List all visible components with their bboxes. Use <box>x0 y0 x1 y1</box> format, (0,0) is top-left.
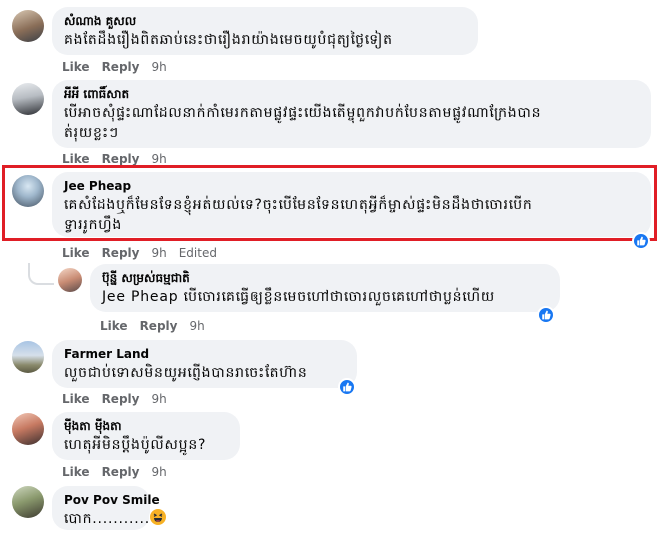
like-reaction-icon[interactable] <box>632 232 650 250</box>
thread-connector <box>28 263 54 285</box>
comment-bubble: សំណាង គួសល គងតែដឹងរឿងពិតឆាប់នេះថារឿងរាយ៉… <box>52 7 478 55</box>
timestamp[interactable]: 9h <box>151 465 166 479</box>
avatar[interactable] <box>12 341 44 373</box>
like-button[interactable]: Like <box>62 60 90 74</box>
like-reaction-icon[interactable] <box>537 306 555 324</box>
comment-actions: Like Reply 9h Edited <box>62 245 229 261</box>
comment-bubble: អីអី ពោធិ៍សាត បើអាចសុំផ្ទះណាដែលនាក់កាំមេ… <box>52 80 651 148</box>
comment-bubble: ប៊ុន្នី សម្រស់ធម្មជាតិ Jee Pheap បើចោរគេ… <box>90 264 560 312</box>
comment-text: លួចជាប់ទោសមិនយូអព្ញើងបានរាចេះតែហ៊ាន <box>64 365 308 381</box>
reply-button[interactable]: Reply <box>102 60 140 74</box>
like-button[interactable]: Like <box>62 392 90 406</box>
like-button[interactable]: Like <box>62 246 90 260</box>
like-reaction-icon[interactable] <box>338 378 356 396</box>
avatar[interactable] <box>12 10 44 42</box>
comment-text-line: បើអាចសុំផ្ទះណាដែលនាក់កាំមេរកតាមផ្លូវផ្ទះ… <box>64 105 542 121</box>
commenter-name[interactable]: អីអី ពោធិ៍សាត <box>64 86 639 103</box>
avatar[interactable] <box>12 413 44 445</box>
timestamp[interactable]: 9h <box>189 319 204 333</box>
comment-actions: Like Reply 9h <box>62 464 179 480</box>
haha-reaction-icon[interactable] <box>149 508 167 526</box>
comment-bubble: Jee Pheap គេសំដែងឬក៏មែនទែនខ្ញុំអត់យល់ទេ?… <box>52 172 651 237</box>
reply-text: បើចោរគេធ្វើឲ្យខ្លឹនមេចហៅថាចោរលួចគេហៅថាប្… <box>178 289 496 305</box>
edited-label[interactable]: Edited <box>179 246 217 260</box>
timestamp[interactable]: 9h <box>151 392 166 406</box>
comment-text: Jee Pheap បើចោរគេធ្វើឲ្យខ្លឹនមេចហៅថាចោរល… <box>102 287 548 307</box>
reply-button[interactable]: Reply <box>140 319 178 333</box>
comment-text-line: ទ្វាររូកហ្វឹង <box>64 217 123 233</box>
commenter-name[interactable]: ម៉ីងតា ម៉ីងតា <box>64 418 228 435</box>
reply-button[interactable]: Reply <box>102 246 140 260</box>
comment-bubble: ម៉ីងតា ម៉ីងតា ហេតុអីមិនប្ដឹងប៉ូលីសប្អូន? <box>52 412 240 460</box>
commenter-name[interactable]: ប៊ុន្នី សម្រស់ធម្មជាតិ <box>102 270 548 287</box>
comment-text: គងតែដឹងរឿងពិតឆាប់នេះថារឿងរាយ៉ាងមេចយូបំជុ… <box>64 32 393 48</box>
avatar[interactable] <box>12 83 44 115</box>
comment-actions: Like Reply 9h <box>62 59 179 75</box>
timestamp[interactable]: 9h <box>151 152 166 166</box>
avatar[interactable] <box>12 175 44 207</box>
comment-actions: Like Reply 9h <box>62 391 179 407</box>
commenter-name[interactable]: Pov Pov Smile <box>64 492 160 509</box>
comment-bubble: Pov Pov Smile បោក........... <box>52 486 160 530</box>
like-button[interactable]: Like <box>62 465 90 479</box>
comment-text: បោក........... <box>64 511 151 527</box>
mention-link[interactable]: Jee Pheap <box>102 289 178 305</box>
comment-actions: Like Reply 9h <box>100 318 217 334</box>
commenter-name[interactable]: Jee Pheap <box>64 178 639 195</box>
avatar[interactable] <box>58 268 82 292</box>
reply-button[interactable]: Reply <box>102 152 140 166</box>
reply-button[interactable]: Reply <box>102 392 140 406</box>
like-button[interactable]: Like <box>100 319 128 333</box>
comment-text: ហេតុអីមិនប្ដឹងប៉ូលីសប្អូន? <box>64 437 207 453</box>
timestamp[interactable]: 9h <box>151 60 166 74</box>
commenter-name[interactable]: Farmer Land <box>64 346 345 363</box>
comment-text-line: ត់រុយខ្លះៗ <box>64 125 119 141</box>
like-button[interactable]: Like <box>62 152 90 166</box>
commenter-name[interactable]: សំណាង គួសល <box>64 13 466 30</box>
reply-button[interactable]: Reply <box>102 465 140 479</box>
avatar[interactable] <box>12 486 44 518</box>
comment-text-line: គេសំដែងឬក៏មែនទែនខ្ញុំអត់យល់ទេ?ចុះបើមែនទែ… <box>64 197 533 213</box>
comment-bubble: Farmer Land លួចជាប់ទោសមិនយូអព្ញើងបានរាចេ… <box>52 340 357 388</box>
timestamp[interactable]: 9h <box>151 246 166 260</box>
